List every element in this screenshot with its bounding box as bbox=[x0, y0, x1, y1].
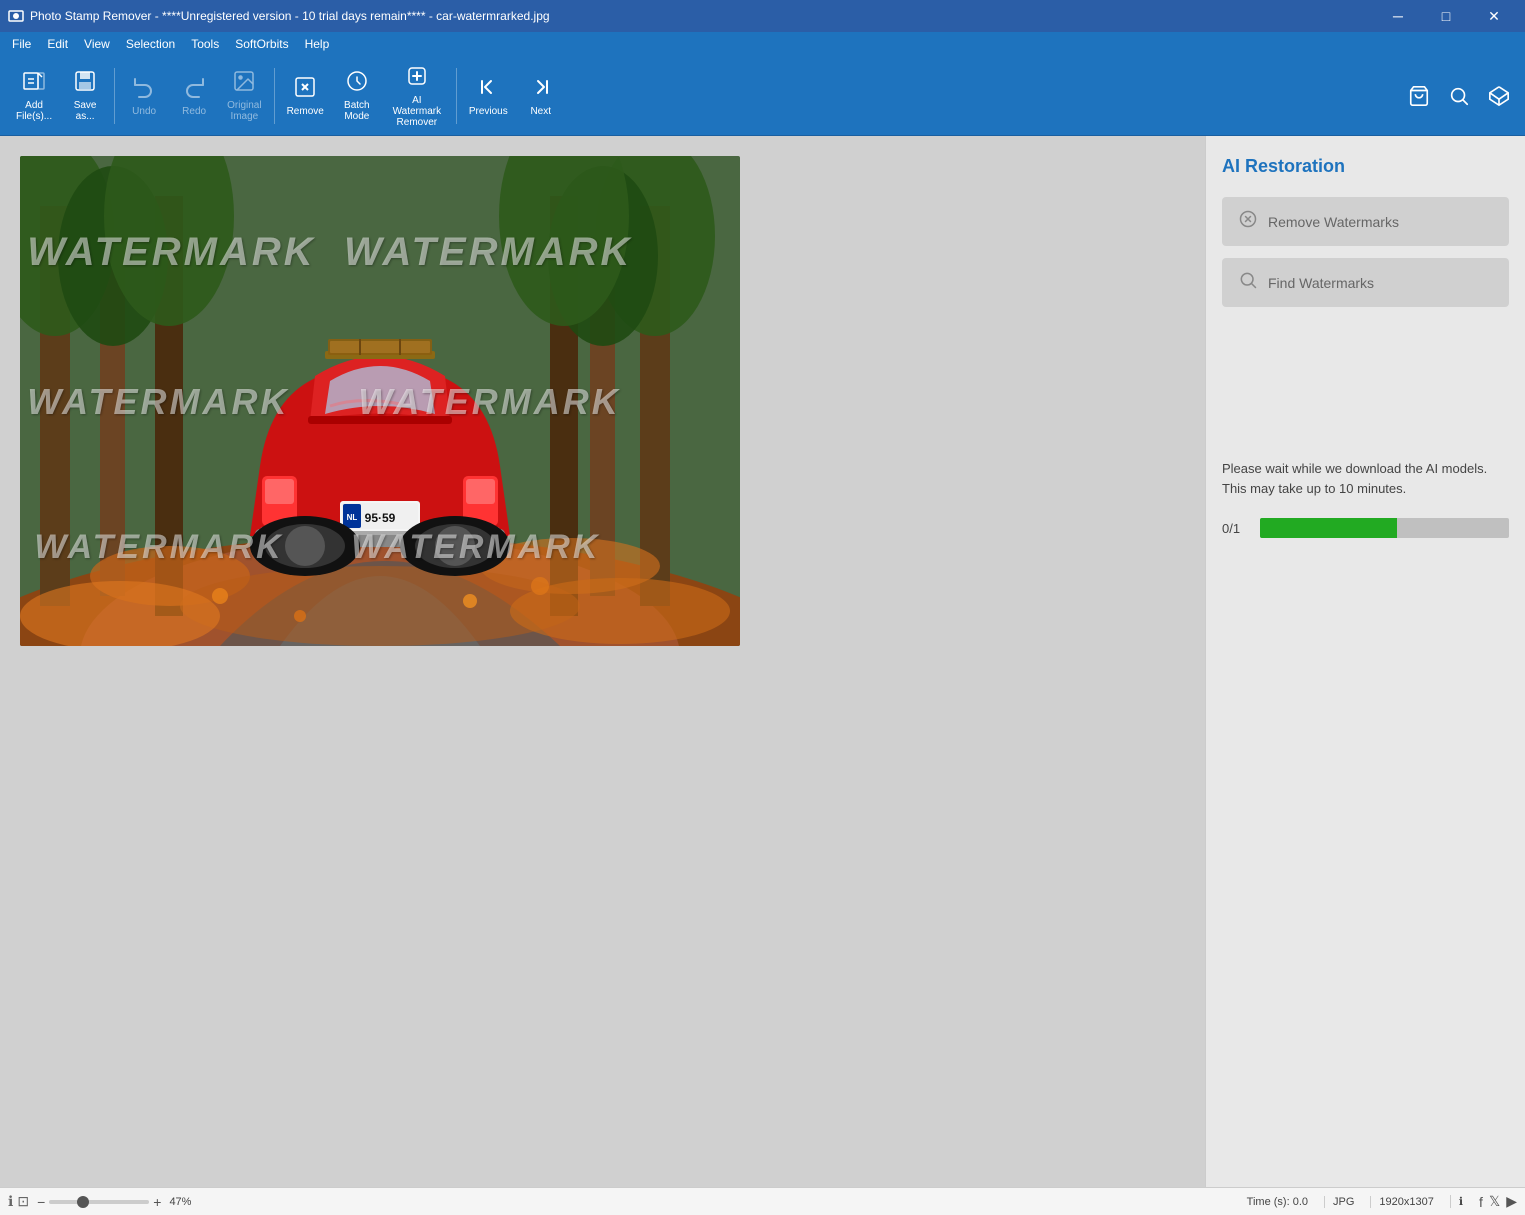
menu-file[interactable]: File bbox=[4, 35, 39, 53]
remove-label: Remove bbox=[287, 106, 324, 117]
svg-text:95·59: 95·59 bbox=[365, 511, 396, 525]
status-info-icon[interactable]: ℹ bbox=[1450, 1195, 1471, 1208]
redo-button[interactable]: Redo bbox=[169, 62, 219, 130]
menu-view[interactable]: View bbox=[76, 35, 118, 53]
find-watermarks-button[interactable]: Find Watermarks bbox=[1222, 258, 1509, 307]
minimize-button[interactable]: ─ bbox=[1375, 0, 1421, 32]
svg-text:NL: NL bbox=[347, 513, 358, 522]
ai-watermark-remover-button[interactable]: AIWatermarkRemover bbox=[382, 62, 452, 130]
title-bar-text: Photo Stamp Remover - ****Unregistered v… bbox=[30, 9, 1375, 23]
batch-mode-icon bbox=[345, 69, 369, 97]
ai-remover-label: AIWatermarkRemover bbox=[393, 95, 442, 128]
twitter-icon[interactable]: 𝕏 bbox=[1489, 1193, 1500, 1210]
next-label: Next bbox=[530, 106, 551, 117]
zoom-slider-thumb bbox=[77, 1196, 89, 1208]
photo-area: 95·59 NL bbox=[20, 156, 740, 646]
undo-icon bbox=[132, 75, 156, 103]
social-icons: f 𝕏 ▶ bbox=[1479, 1193, 1517, 1210]
zoom-slider[interactable] bbox=[49, 1200, 149, 1204]
time-value: 0.0 bbox=[1293, 1196, 1308, 1208]
add-files-button[interactable]: AddFile(s)... bbox=[8, 62, 60, 130]
time-display: Time (s): 0.0 bbox=[1239, 1196, 1316, 1208]
remove-icon bbox=[293, 75, 317, 103]
app-icon bbox=[8, 8, 24, 24]
facebook-icon[interactable]: f bbox=[1479, 1194, 1483, 1210]
format-label: JPG bbox=[1324, 1196, 1362, 1208]
wait-message: Please wait while we download the AI mod… bbox=[1222, 459, 1509, 498]
info-icon[interactable]: ℹ bbox=[8, 1193, 13, 1210]
search-button[interactable] bbox=[1441, 78, 1477, 114]
menu-edit[interactable]: Edit bbox=[39, 35, 76, 53]
panel-title: AI Restoration bbox=[1222, 156, 1509, 177]
zoom-in-button[interactable]: + bbox=[153, 1194, 161, 1210]
crop-icon[interactable]: ⊡ bbox=[17, 1193, 29, 1210]
progress-label: 0/1 bbox=[1222, 521, 1252, 536]
next-button[interactable]: Next bbox=[516, 62, 566, 130]
remove-button[interactable]: Remove bbox=[279, 62, 332, 130]
zoom-out-button[interactable]: − bbox=[37, 1194, 45, 1210]
right-panel: AI Restoration Remove Watermarks Find Wa… bbox=[1205, 136, 1525, 1187]
add-files-label: AddFile(s)... bbox=[16, 100, 52, 122]
find-watermarks-label: Find Watermarks bbox=[1268, 275, 1374, 291]
toolbar-right bbox=[1401, 78, 1517, 114]
separator-1 bbox=[114, 68, 115, 124]
car-image-svg: 95·59 NL bbox=[20, 156, 740, 646]
cart-button[interactable] bbox=[1401, 78, 1437, 114]
remove-watermarks-button[interactable]: Remove Watermarks bbox=[1222, 197, 1509, 246]
menu-tools[interactable]: Tools bbox=[183, 35, 227, 53]
remove-watermarks-label: Remove Watermarks bbox=[1268, 214, 1399, 230]
original-image-label: OriginalImage bbox=[227, 100, 261, 122]
undo-label: Undo bbox=[132, 106, 156, 117]
previous-button[interactable]: Previous bbox=[461, 62, 516, 130]
youtube-icon[interactable]: ▶ bbox=[1506, 1193, 1517, 1210]
redo-icon bbox=[182, 75, 206, 103]
add-files-icon bbox=[22, 69, 46, 97]
save-as-label: Saveas... bbox=[74, 100, 97, 122]
status-bar: ℹ ⊡ − + 47% Time (s): 0.0 JPG 1920x1307 … bbox=[0, 1187, 1525, 1215]
remove-wm-icon bbox=[1238, 209, 1258, 234]
previous-label: Previous bbox=[469, 106, 508, 117]
status-icons: ℹ ⊡ bbox=[8, 1193, 29, 1210]
status-left: ℹ ⊡ − + 47% bbox=[8, 1193, 191, 1210]
original-image-button[interactable]: OriginalImage bbox=[219, 62, 269, 130]
3d-info-button[interactable] bbox=[1481, 78, 1517, 114]
find-wm-icon bbox=[1238, 270, 1258, 295]
menu-bar: File Edit View Selection Tools SoftOrbit… bbox=[0, 32, 1525, 56]
ai-remover-icon bbox=[405, 64, 429, 92]
toolbar: AddFile(s)... Saveas... Undo Redo Origin… bbox=[0, 56, 1525, 136]
time-label: Time (s): bbox=[1247, 1196, 1290, 1208]
status-right: Time (s): 0.0 JPG 1920x1307 ℹ f 𝕏 ▶ bbox=[1239, 1193, 1517, 1210]
separator-3 bbox=[456, 68, 457, 124]
canvas-area[interactable]: 95·59 NL bbox=[0, 136, 1205, 1187]
maximize-button[interactable]: □ bbox=[1423, 0, 1469, 32]
redo-label: Redo bbox=[182, 106, 206, 117]
progress-bar-fill bbox=[1260, 518, 1397, 538]
menu-help[interactable]: Help bbox=[297, 35, 338, 53]
batch-mode-button[interactable]: BatchMode bbox=[332, 62, 382, 130]
save-icon bbox=[73, 69, 97, 97]
previous-icon bbox=[476, 75, 500, 103]
window-controls: ─ □ ✕ bbox=[1375, 0, 1517, 32]
original-image-icon bbox=[232, 69, 256, 97]
title-bar: Photo Stamp Remover - ****Unregistered v… bbox=[0, 0, 1525, 32]
undo-button[interactable]: Undo bbox=[119, 62, 169, 130]
save-as-button[interactable]: Saveas... bbox=[60, 62, 110, 130]
menu-softorbits[interactable]: SoftOrbits bbox=[227, 35, 296, 53]
menu-selection[interactable]: Selection bbox=[118, 35, 183, 53]
batch-mode-label: BatchMode bbox=[344, 100, 370, 122]
separator-2 bbox=[274, 68, 275, 124]
progress-row: 0/1 bbox=[1222, 518, 1509, 538]
main-area: 95·59 NL bbox=[0, 136, 1525, 1187]
dimensions-label: 1920x1307 bbox=[1370, 1196, 1441, 1208]
next-icon bbox=[529, 75, 553, 103]
progress-bar-container bbox=[1260, 518, 1509, 538]
zoom-value: 47% bbox=[169, 1196, 191, 1208]
zoom-controls: − + 47% bbox=[37, 1194, 191, 1210]
close-button[interactable]: ✕ bbox=[1471, 0, 1517, 32]
